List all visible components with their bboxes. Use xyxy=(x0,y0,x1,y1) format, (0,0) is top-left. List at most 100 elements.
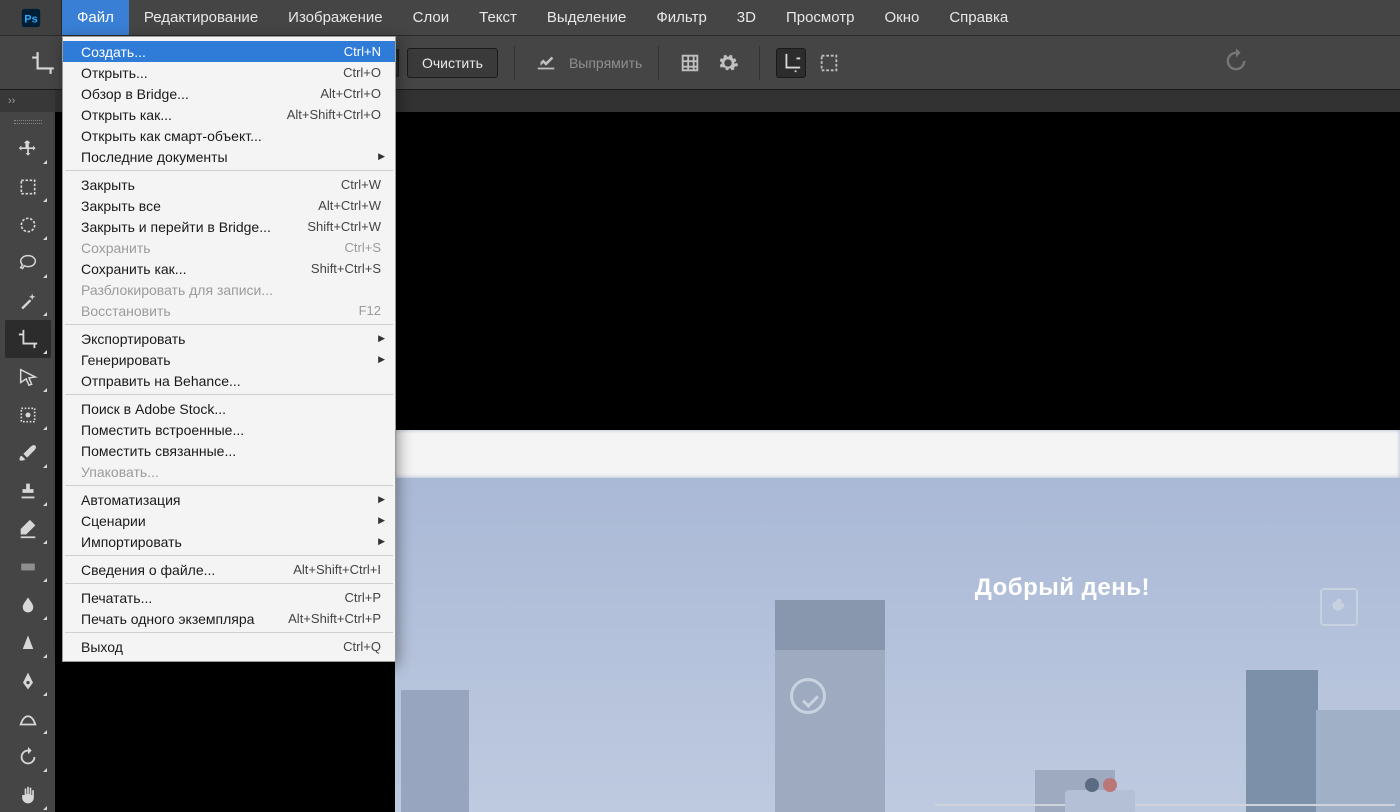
menu-просмотр[interactable]: Просмотр xyxy=(771,0,870,35)
menu-item-shortcut: Ctrl+N xyxy=(344,44,381,59)
menu-item-label: Импортировать xyxy=(81,534,381,550)
menu-3d[interactable]: 3D xyxy=(722,0,771,35)
menu-item-shortcut: Alt+Shift+Ctrl+O xyxy=(287,107,381,122)
menu-divider xyxy=(65,632,393,633)
menu-item-label: Отправить на Behance... xyxy=(81,373,381,389)
brush-tool[interactable] xyxy=(5,434,51,472)
menu-item-label: Печатать... xyxy=(81,590,345,606)
menu-item[interactable]: Открыть как...Alt+Shift+Ctrl+O xyxy=(63,104,395,125)
menu-файл[interactable]: Файл xyxy=(62,0,129,35)
menu-item-shortcut: Ctrl+Q xyxy=(343,639,381,654)
menubar: Ps ФайлРедактированиеИзображениеСлоиТекс… xyxy=(0,0,1400,36)
straighten-icon[interactable] xyxy=(531,48,561,78)
straighten-label: Выпрямить xyxy=(569,55,642,71)
delete-cropped-icon[interactable] xyxy=(776,48,806,78)
menu-item[interactable]: Сведения о файле...Alt+Shift+Ctrl+I xyxy=(63,559,395,580)
app-logo: Ps xyxy=(0,0,62,35)
menu-item-label: Сохранить как... xyxy=(81,261,311,277)
menu-item[interactable]: Закрыть и перейти в Bridge...Shift+Ctrl+… xyxy=(63,216,395,237)
menu-item[interactable]: Поместить связанные... xyxy=(63,440,395,461)
menu-item[interactable]: Сохранить как...Shift+Ctrl+S xyxy=(63,258,395,279)
menu-item[interactable]: Создать...Ctrl+N xyxy=(63,41,395,62)
menu-item-label: Упаковать... xyxy=(81,464,381,480)
shape-tool[interactable] xyxy=(5,700,51,738)
lasso-tool[interactable] xyxy=(5,244,51,282)
ellipse-marquee-tool[interactable] xyxy=(5,206,51,244)
panel-grip[interactable] xyxy=(8,120,48,124)
menu-item[interactable]: Импортировать xyxy=(63,531,395,552)
menu-item[interactable]: Открыть как смарт-объект... xyxy=(63,125,395,146)
gear-icon[interactable] xyxy=(713,48,743,78)
menu-item-shortcut: Ctrl+S xyxy=(345,240,381,255)
menu-item[interactable]: Поиск в Adobe Stock... xyxy=(63,398,395,419)
menu-item[interactable]: ВыходCtrl+Q xyxy=(63,636,395,657)
menu-item: Упаковать... xyxy=(63,461,395,482)
menu-item[interactable]: ЗакрытьCtrl+W xyxy=(63,174,395,195)
menu-item[interactable]: Автоматизация xyxy=(63,489,395,510)
menu-item-label: Открыть как смарт-объект... xyxy=(81,128,381,144)
menu-изображение[interactable]: Изображение xyxy=(273,0,398,35)
menu-item[interactable]: Последние документы xyxy=(63,146,395,167)
crop-tool[interactable] xyxy=(5,320,51,358)
menu-item-shortcut: Shift+Ctrl+W xyxy=(307,219,381,234)
menu-item-shortcut: Ctrl+W xyxy=(341,177,381,192)
menu-справка[interactable]: Справка xyxy=(934,0,1023,35)
menu-item[interactable]: Закрыть всеAlt+Ctrl+W xyxy=(63,195,395,216)
menu-item-label: Разблокировать для записи... xyxy=(81,282,381,298)
tools-panel xyxy=(0,112,55,812)
history-icon[interactable] xyxy=(1222,47,1250,78)
menu-item[interactable]: Генерировать xyxy=(63,349,395,370)
menu-item-label: Открыть как... xyxy=(81,107,287,123)
menu-item[interactable]: Сценарии xyxy=(63,510,395,531)
menu-item-label: Обзор в Bridge... xyxy=(81,86,320,102)
grid-icon[interactable] xyxy=(675,48,705,78)
menu-item[interactable]: Открыть...Ctrl+O xyxy=(63,62,395,83)
pen-tool[interactable] xyxy=(5,662,51,700)
menu-item[interactable]: Поместить встроенные... xyxy=(63,419,395,440)
menu-выделение[interactable]: Выделение xyxy=(532,0,641,35)
content-aware-icon[interactable] xyxy=(814,48,844,78)
menu-item-label: Создать... xyxy=(81,44,344,60)
menu-item-label: Открыть... xyxy=(81,65,343,81)
gradient-tool[interactable] xyxy=(5,548,51,586)
blur-tool[interactable] xyxy=(5,586,51,624)
sharpen-tool[interactable] xyxy=(5,624,51,662)
menu-item-shortcut: Alt+Ctrl+W xyxy=(318,198,381,213)
menu-item-label: Последние документы xyxy=(81,149,381,165)
panel-collapse-strip[interactable]: ›› xyxy=(0,90,55,112)
move-tool[interactable] xyxy=(5,130,51,168)
magic-wand-tool[interactable] xyxy=(5,282,51,320)
menu-item[interactable]: Обзор в Bridge...Alt+Ctrl+O xyxy=(63,83,395,104)
menu-divider xyxy=(65,394,393,395)
menu-слои[interactable]: Слои xyxy=(398,0,464,35)
menu-item-shortcut: Shift+Ctrl+S xyxy=(311,261,381,276)
menu-item[interactable]: Экспортировать xyxy=(63,328,395,349)
menu-редактирование[interactable]: Редактирование xyxy=(129,0,273,35)
menu-item-label: Закрыть xyxy=(81,177,341,193)
menu-item[interactable]: Отправить на Behance... xyxy=(63,370,395,391)
menu-текст[interactable]: Текст xyxy=(464,0,532,35)
rotate-tool[interactable] xyxy=(5,738,51,776)
menu-item-label: Поиск в Adobe Stock... xyxy=(81,401,381,417)
slice-tool[interactable] xyxy=(5,358,51,396)
menu-окно[interactable]: Окно xyxy=(869,0,934,35)
menu-фильтр[interactable]: Фильтр xyxy=(641,0,721,35)
menu-item: ВосстановитьF12 xyxy=(63,300,395,321)
svg-text:Ps: Ps xyxy=(24,13,37,25)
menu-item-label: Сохранить xyxy=(81,240,345,256)
document-image: Добрый день! xyxy=(395,430,1400,812)
place-tool[interactable] xyxy=(5,396,51,434)
menu-item[interactable]: Печать одного экземпляраAlt+Shift+Ctrl+P xyxy=(63,608,395,629)
eraser-tool[interactable] xyxy=(5,510,51,548)
menu-item[interactable]: Печатать...Ctrl+P xyxy=(63,587,395,608)
clear-button[interactable]: Очистить xyxy=(407,48,498,78)
menu-divider xyxy=(65,555,393,556)
hand-tool[interactable] xyxy=(5,776,51,812)
stamp-tool[interactable] xyxy=(5,472,51,510)
menu-divider xyxy=(65,324,393,325)
menu-item-label: Экспортировать xyxy=(81,331,381,347)
menu-item-label: Поместить связанные... xyxy=(81,443,381,459)
menu-item-shortcut: Alt+Ctrl+O xyxy=(320,86,381,101)
menu-item-label: Печать одного экземпляра xyxy=(81,611,288,627)
marquee-tool[interactable] xyxy=(5,168,51,206)
